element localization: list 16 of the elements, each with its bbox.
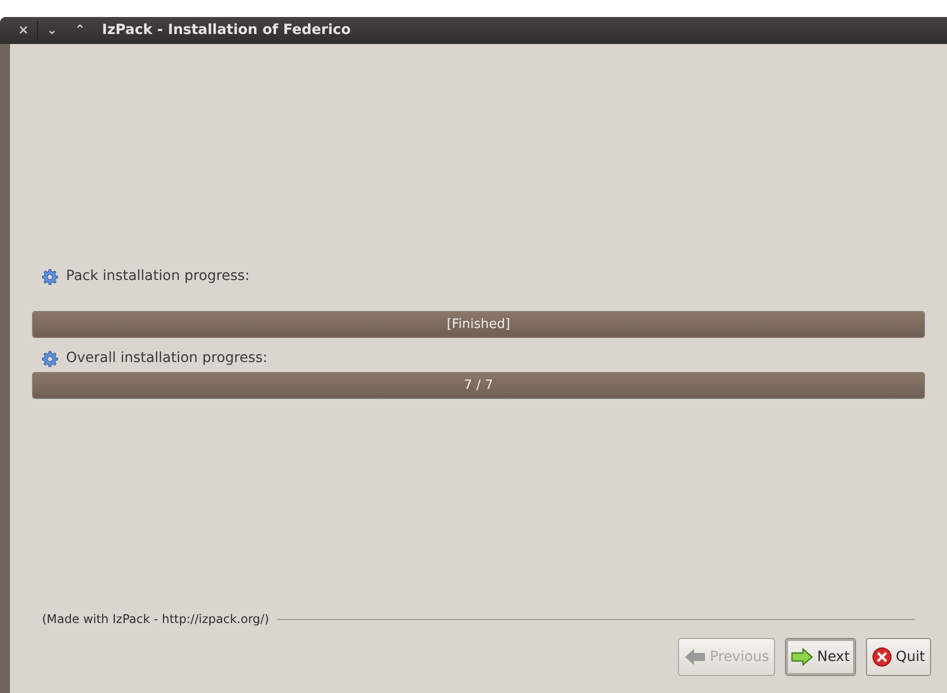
progress-reading: 7 / 7	[462, 376, 494, 395]
quit-button[interactable]: Quit	[866, 638, 931, 676]
minimize-button[interactable]: ⌄	[38, 20, 66, 40]
right-arrow-icon	[791, 648, 814, 666]
footer-text: (Made with IzPack - http://izpack.org/)	[42, 611, 270, 628]
left-arrow-icon	[684, 648, 706, 666]
progress-label: Overall installation progress:	[66, 349, 268, 368]
maximize-button[interactable]: ⌃	[66, 20, 94, 40]
gear-icon	[42, 268, 58, 284]
close-button[interactable]: ×	[10, 20, 38, 40]
progress-reading: [Finished]	[446, 316, 512, 334]
next-button[interactable]: Next	[785, 638, 856, 676]
window-title: IzPack - Installation of Federico	[102, 21, 351, 40]
progress-label: Pack installation progress:	[66, 267, 250, 286]
gear-icon	[42, 350, 58, 366]
close-circle-icon	[872, 647, 892, 667]
